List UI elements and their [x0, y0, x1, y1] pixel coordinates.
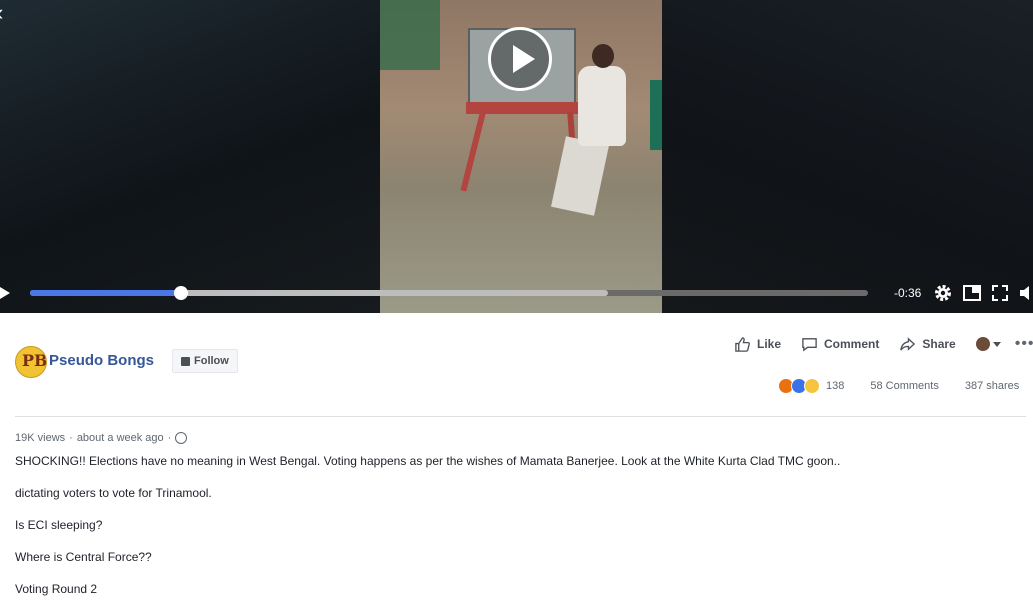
video-scene-wall	[650, 80, 662, 150]
user-avatar	[975, 337, 990, 351]
post-text-paragraph: SHOCKING!! Elections have no meaning in …	[15, 454, 841, 468]
follow-label: Follow	[194, 355, 229, 367]
back-chevron-icon[interactable]: ‹	[0, 2, 3, 24]
post-meta: 19K views · about a week ago ·	[15, 432, 188, 444]
reactions-summary[interactable]	[778, 378, 820, 394]
post-as-selector[interactable]	[975, 337, 1001, 351]
seek-bar-handle[interactable]	[174, 286, 188, 300]
meta-separator: ·	[167, 432, 172, 444]
meta-separator: ·	[69, 432, 73, 444]
reaction-count[interactable]: 138	[826, 380, 844, 392]
comment-label: Comment	[824, 337, 880, 351]
seek-bar-progress	[30, 290, 181, 296]
page-avatar[interactable]: PB	[15, 346, 47, 378]
thumbs-up-icon	[735, 336, 750, 352]
video-scene-person-legs	[550, 136, 610, 216]
comments-count-link[interactable]: 58 Comments	[870, 380, 938, 392]
globe-icon	[175, 432, 188, 444]
follow-button[interactable]: Follow	[172, 349, 238, 373]
like-button[interactable]: Like	[734, 336, 781, 353]
view-count: 19K views	[15, 432, 66, 444]
video-scene-table-leg	[460, 112, 486, 192]
post-text-paragraph: Where is Central Force??	[15, 550, 152, 564]
shares-count-link[interactable]: 387 shares	[965, 380, 1019, 392]
time-remaining: -0:36	[894, 286, 922, 300]
picture-in-picture-icon[interactable]	[962, 283, 982, 303]
post-timestamp[interactable]: about a week ago	[77, 432, 164, 444]
video-scene-table	[466, 102, 582, 114]
caret-down-icon	[992, 341, 1001, 347]
seek-bar[interactable]	[30, 286, 868, 300]
video-scene-window	[380, 0, 440, 70]
video-blur-left	[0, 0, 380, 313]
play-icon	[513, 45, 535, 73]
post-actions: Like Comment Share •••	[734, 334, 1033, 354]
more-options-button[interactable]: •••	[1015, 335, 1033, 353]
post-text-paragraph: Is ECI sleeping?	[15, 518, 103, 532]
share-button[interactable]: Share	[899, 336, 956, 353]
settings-gear-icon[interactable]	[933, 283, 953, 303]
volume-icon[interactable]	[1018, 283, 1033, 303]
play-button[interactable]	[488, 27, 552, 91]
post-text-paragraph: Voting Round 2	[15, 582, 98, 596]
divider	[15, 416, 1026, 417]
comment-bubble-icon	[802, 337, 817, 351]
page-name-link[interactable]: Pseudo Bongs	[49, 352, 154, 369]
video-controls: -0:36	[0, 278, 1033, 310]
video-scene-person	[578, 66, 626, 146]
share-label: Share	[922, 337, 956, 351]
share-arrow-icon	[900, 336, 916, 351]
like-label: Like	[757, 337, 782, 351]
video-blur-right	[662, 0, 1033, 313]
page-avatar-text: PB	[22, 351, 47, 370]
video-player[interactable]: ‹ -0:36	[0, 0, 1033, 313]
post-text-paragraph: dictating voters to vote for Trinamool.	[15, 486, 212, 500]
follow-icon	[181, 356, 190, 366]
video-scene-person-head	[592, 44, 614, 68]
control-play-icon[interactable]	[0, 287, 10, 299]
sad-reaction-icon	[804, 378, 820, 394]
comment-button[interactable]: Comment	[801, 336, 879, 353]
fullscreen-icon[interactable]	[990, 283, 1010, 303]
post-stats: 138 58 Comments 387 shares	[778, 378, 1019, 394]
